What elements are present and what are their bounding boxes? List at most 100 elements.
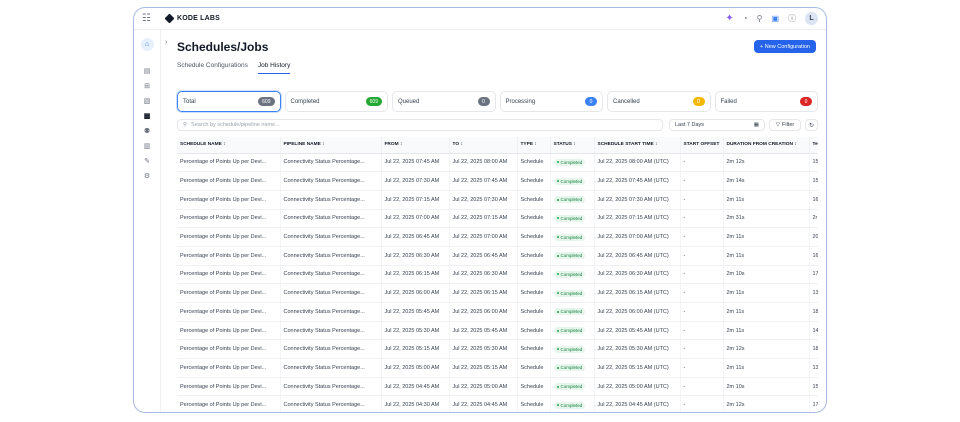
search-icon[interactable]: ⚲ [757,14,763,23]
column-header[interactable]: Te [809,137,818,154]
table-row[interactable]: Percentage of Points Up per Devi... Conne… [177,358,818,378]
table-cell: Connectivity Status Percentage... [280,153,382,173]
column-header[interactable]: SCHEDULE START TIME ↕ [594,137,681,154]
table-cell: Jul 22, 2025 04:45 AM (UTC) [594,395,681,412]
table-cell: Percentage of Points Up per Devi... [177,395,281,412]
avatar[interactable]: L [805,12,818,25]
table-row[interactable]: Percentage of Points Up per Devi... Conne… [177,377,818,397]
table-row[interactable]: Percentage of Points Up per Devi... Conne… [177,209,818,229]
table-row[interactable]: Percentage of Points Up per Devi... Conne… [177,153,818,173]
table-cell: Jul 22, 2025 05:15 AM [381,339,450,360]
status-badge: Completed [553,196,586,204]
table-cell: Schedule [517,209,551,229]
table-row[interactable]: Percentage of Points Up per Devi... Conne… [177,227,818,247]
status-badge: Completed [553,214,586,222]
table-row[interactable]: Percentage of Points Up per Devi... Conne… [177,302,818,322]
table-cell: Schedule [517,395,551,412]
table-cell: - [680,227,724,247]
table-cell: Connectivity Status Percentage... [280,283,382,303]
status-card-total[interactable]: Total 609 [177,91,281,112]
ai-sparkle-icon[interactable]: ✦ [725,13,733,24]
status-badge: Completed [553,270,586,278]
table-row[interactable]: Percentage of Points Up per Devi... Conne… [177,246,818,266]
status-card-processing[interactable]: Processing 0 [499,91,603,112]
filter-button[interactable]: ▽ Filter [769,119,801,131]
bell-icon[interactable]: ◔ [743,14,748,23]
table-cell: Completed [550,265,595,285]
status-badge: Completed [553,252,586,260]
table-cell: 2m 10s [723,377,810,397]
status-card-queued[interactable]: Queued 0 [392,91,496,112]
table-cell: Jul 22, 2025 04:45 AM [449,395,518,412]
schedules-icon[interactable]: ▩ [143,112,152,121]
column-header[interactable]: TO ↕ [449,137,518,154]
table-cell: Jul 22, 2025 06:30 AM [449,265,518,285]
status-dot-icon [556,217,559,220]
table-row[interactable]: Percentage of Points Up per Devi... Conne… [177,190,818,210]
column-header[interactable]: START OFFSET [680,137,724,154]
brand-logo[interactable]: KODE LABS [164,13,220,24]
table-cell: Connectivity Status Percentage... [280,358,382,378]
home-icon[interactable]: ⌂ [140,38,154,51]
column-header[interactable]: PIPELINE NAME ↕ [280,137,382,154]
table-cell: 2m 11s [723,246,810,266]
column-header[interactable]: DURATION FROM CREATION ↕ [723,137,810,154]
help-icon[interactable]: ⓘ [788,13,796,24]
table-cell: Jul 22, 2025 05:45 AM [381,302,450,322]
date-range-label: Last 7 Days [675,122,705,128]
analytics-icon[interactable]: ▧ [143,97,152,106]
table-cell: Jul 22, 2025 07:45 AM [449,171,518,191]
table-cell: Jul 22, 2025 06:45 AM [381,227,450,247]
refresh-button[interactable]: ↻ [805,119,818,131]
table-cell: 18 [809,302,818,322]
search-input[interactable]: ⚲ Search by schedule/pipeline name... [177,119,663,131]
jobs-table: SCHEDULE NAME ↕ PIPELINE NAME ↕ FROM ↕ TO ↕… [177,137,818,412]
people-icon[interactable]: ⚉ [143,127,152,136]
table-row[interactable]: Percentage of Points Up per Devi... Conne… [177,321,818,341]
column-header[interactable]: SCHEDULE NAME ↕ [177,137,281,154]
table-cell: Percentage of Points Up per Devi... [177,339,281,360]
status-card-failed[interactable]: Failed 0 [714,91,818,112]
table-cell: Jul 22, 2025 04:30 AM [381,395,450,412]
table-cell: Connectivity Status Percentage... [280,227,382,247]
table-row[interactable]: Percentage of Points Up per Devi... Conne… [177,339,818,360]
table-cell: Schedule [517,265,551,285]
status-card-cancelled[interactable]: Cancelled 0 [607,91,711,112]
status-card-completed[interactable]: Completed 609 [284,91,388,112]
settings-gear-icon[interactable]: ⚙ [143,172,152,181]
table-cell: Connectivity Status Percentage... [280,246,382,266]
status-cards: Total 609 Completed 609 Queued 0 Processing 0 Ca… [177,91,818,112]
edit-icon[interactable]: ✎ [143,157,152,166]
table-cell: Percentage of Points Up per Devi... [177,302,281,322]
dashboard-icon[interactable]: ▤ [143,67,152,76]
status-text: Completed [560,384,583,390]
column-header[interactable]: TYPE ↕ [517,137,551,154]
status-dot-icon [556,348,559,351]
table-row[interactable]: Percentage of Points Up per Devi... Conne… [177,395,818,412]
table-cell: Jul 22, 2025 05:00 AM (UTC) [594,377,681,397]
table-cell: Jul 22, 2025 07:00 AM [449,227,518,247]
table-row[interactable]: Percentage of Points Up per Devi... Conne… [177,265,818,285]
apps-grid-icon[interactable]: ☷ [142,13,154,24]
jobs-table-container[interactable]: SCHEDULE NAME ↕ PIPELINE NAME ↕ FROM ↕ TO ↕… [177,137,818,412]
tab-schedule-configurations[interactable]: Schedule Configurations [177,62,248,74]
table-cell: Jul 22, 2025 07:15 AM [449,209,518,229]
column-header[interactable]: FROM ↕ [381,137,450,154]
modules-icon[interactable]: ⊞ [143,82,152,91]
date-range-select[interactable]: Last 7 Days ▦ [669,119,765,131]
table-row[interactable]: Percentage of Points Up per Devi... Conne… [177,171,818,191]
new-configuration-button[interactable]: + New Configuration [754,40,816,53]
column-header[interactable]: STATUS ↕ [550,137,595,154]
tab-job-history[interactable]: Job History [257,62,291,74]
table-cell: Jul 22, 2025 05:45 AM [449,321,518,341]
table-cell: Completed [550,339,595,360]
chevron-right-icon[interactable]: › [165,39,167,46]
status-dot-icon [556,292,559,295]
document-icon[interactable]: ▥ [143,142,152,151]
monitor-icon[interactable]: ▣ [771,14,779,23]
table-cell: Completed [550,153,595,173]
status-card-label: Completed [290,98,320,105]
table-cell: Percentage of Points Up per Devi... [177,321,281,341]
table-row[interactable]: Percentage of Points Up per Devi... Conne… [177,283,818,303]
table-cell: Completed [550,209,595,229]
